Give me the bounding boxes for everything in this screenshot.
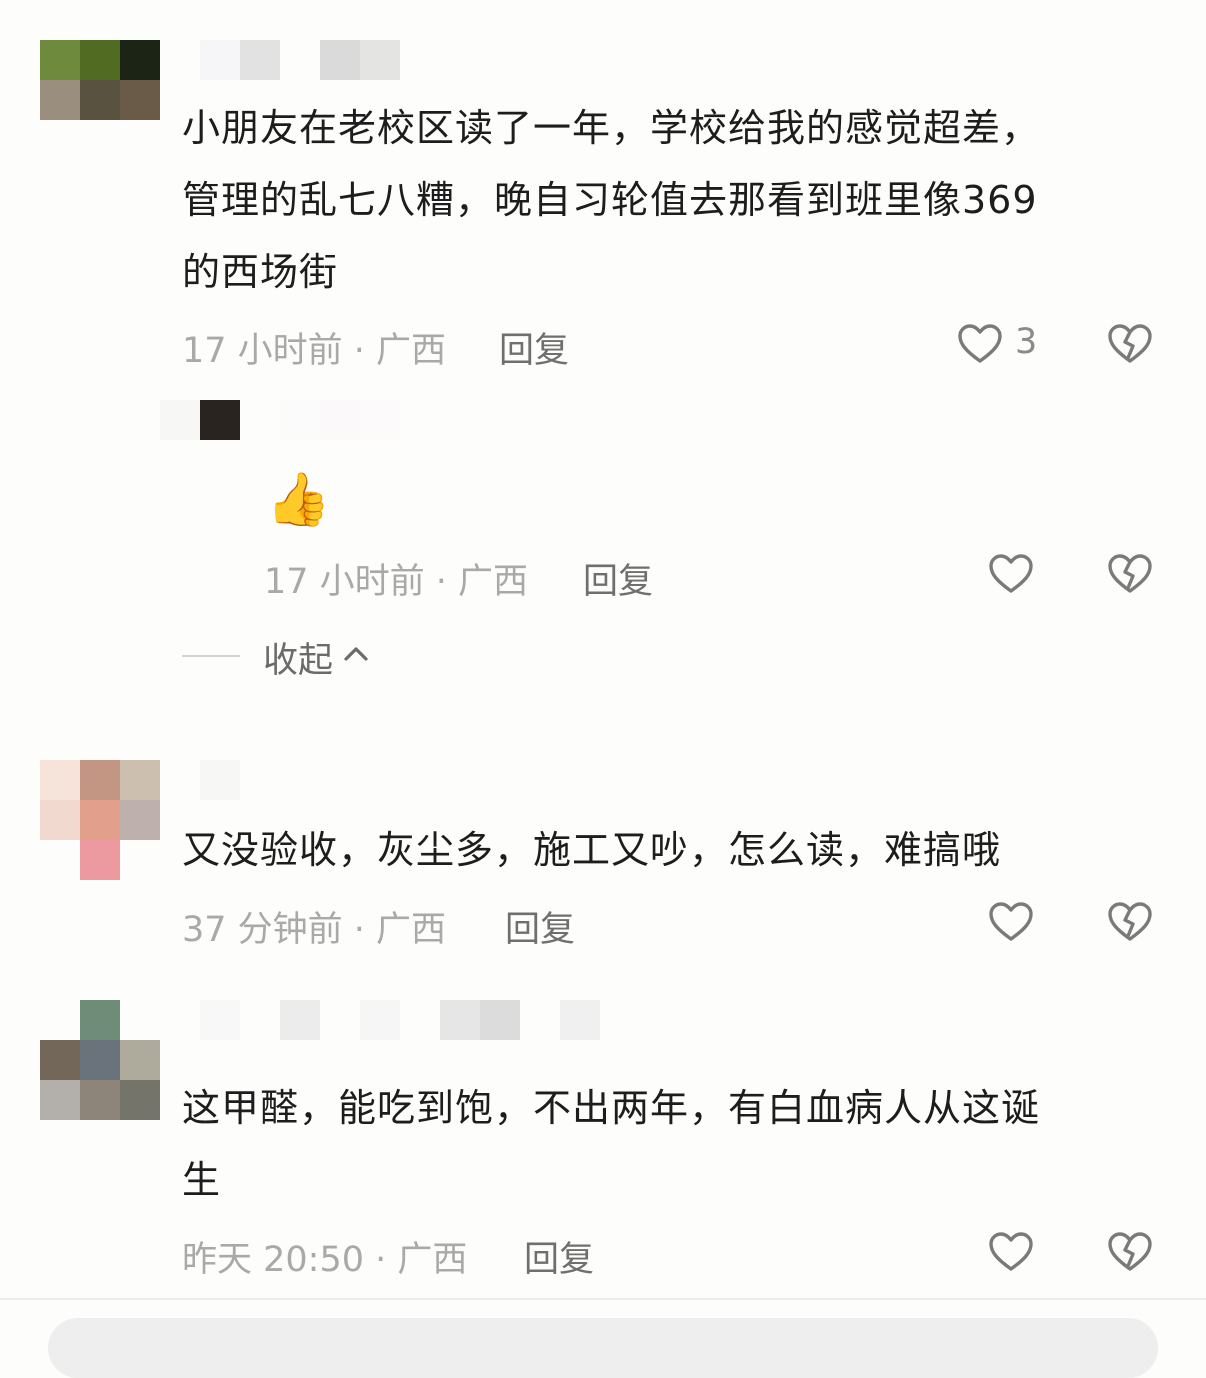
collapse-label: 收起 (263, 641, 334, 681)
comment-meta: 17 小时前 · 广西 (182, 331, 447, 371)
avatar[interactable] (40, 760, 160, 880)
heart-outline-icon[interactable] (987, 898, 1035, 946)
username[interactable] (200, 40, 400, 80)
username[interactable] (200, 760, 240, 800)
reply-button[interactable]: 回复 (499, 322, 569, 373)
heart-outline-icon[interactable] (956, 320, 1004, 368)
chevron-up-icon (341, 638, 371, 678)
broken-heart-icon[interactable] (1106, 1228, 1154, 1276)
broken-heart-icon[interactable] (1106, 550, 1154, 598)
comment-text: 又没验收，灰尘多，施工又吵，怎么读，难搞哦 (182, 828, 1002, 872)
comment-emoji: 👍 (266, 470, 331, 530)
like-count: 3 (1015, 322, 1038, 362)
heart-outline-icon[interactable] (987, 1228, 1035, 1276)
heart-outline-icon[interactable] (987, 550, 1035, 598)
comment-text: 小朋友在老校区读了一年，学校给我的感觉超差， 管理的乱七八糟，晚自习轮值去那看到… (182, 106, 1041, 294)
comment-meta: 17 小时前 · 广西 (264, 562, 529, 602)
collapse-replies-button[interactable]: 收起 (263, 632, 371, 683)
divider (0, 1298, 1206, 1300)
comment-meta: 37 分钟前 · 广西 (182, 910, 447, 950)
username[interactable] (280, 400, 400, 440)
avatar[interactable] (40, 40, 160, 120)
reply-button[interactable]: 回复 (505, 901, 575, 952)
reply-button[interactable]: 回复 (583, 553, 653, 604)
broken-heart-icon[interactable] (1106, 320, 1154, 368)
avatar[interactable] (40, 1000, 160, 1120)
username[interactable] (200, 1000, 600, 1040)
comment-input[interactable] (48, 1318, 1158, 1378)
broken-heart-icon[interactable] (1106, 898, 1154, 946)
divider (182, 655, 240, 657)
reply-button[interactable]: 回复 (524, 1231, 594, 1282)
avatar[interactable] (160, 400, 280, 440)
comment-text: 这甲醛，能吃到饱，不出两年，有白血病人从这诞 生 (182, 1086, 1041, 1202)
comment-meta: 昨天 20:50 · 广西 (182, 1240, 468, 1280)
